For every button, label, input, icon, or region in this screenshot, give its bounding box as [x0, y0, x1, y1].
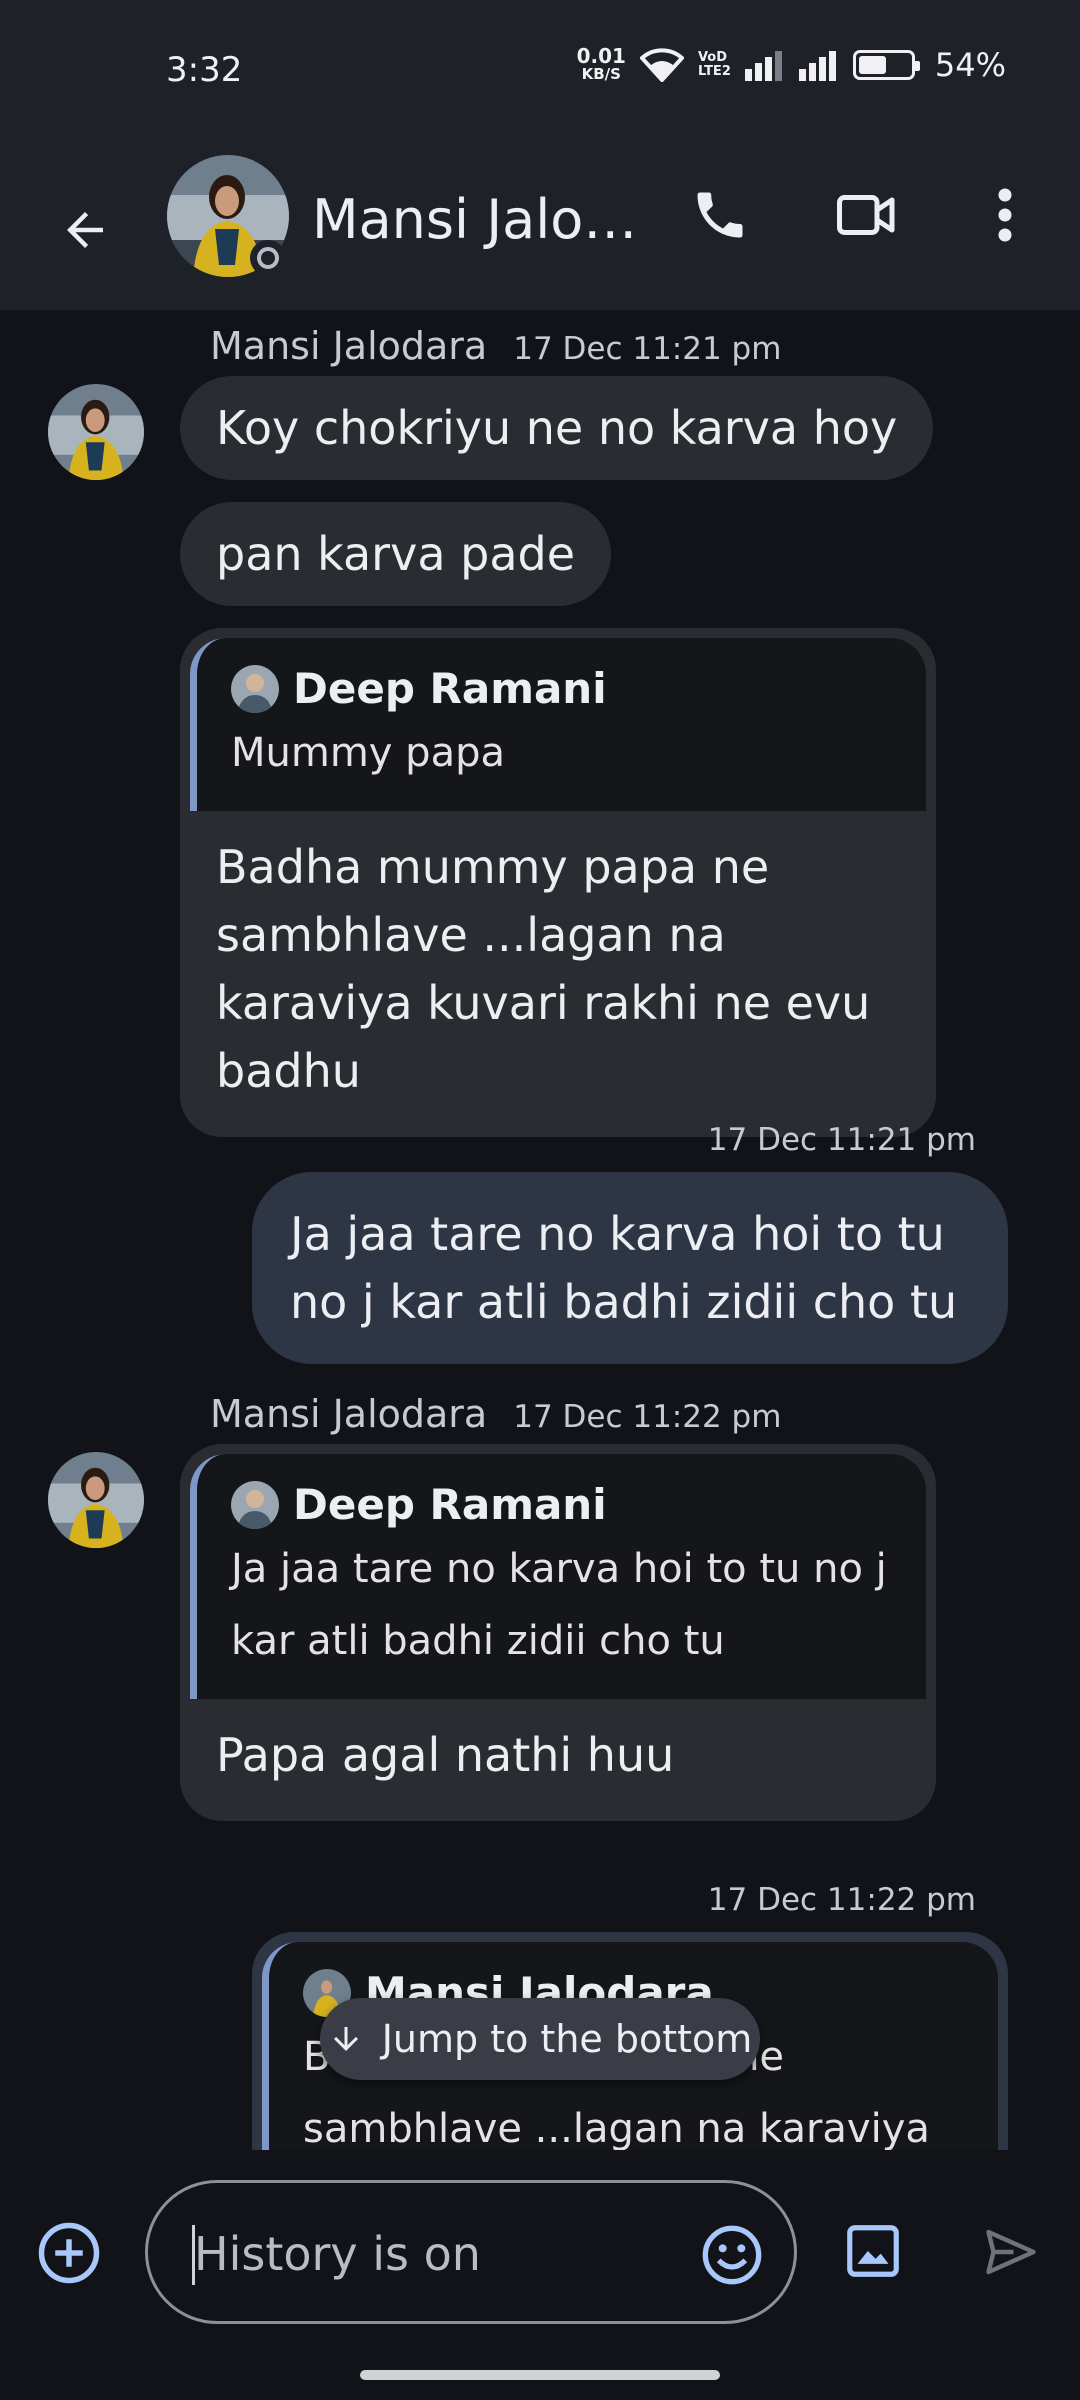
quoted-text: Mummy papa [231, 730, 505, 776]
quoted-author: Deep Ramani [293, 664, 607, 713]
emoji-button[interactable] [700, 2223, 764, 2287]
sender-avatar[interactable] [48, 1452, 144, 1548]
video-call-icon [837, 195, 895, 235]
network-speed: 0.01 KB/S [576, 44, 626, 83]
battery-icon [852, 50, 920, 80]
message-meta: Mansi Jalodara 17 Dec 11:22 pm [210, 1392, 781, 1436]
quoted-author-avatar [231, 1480, 279, 1529]
timestamp: 17 Dec 11:21 pm [707, 1122, 976, 1158]
signal-icon-2 [798, 51, 836, 81]
sender-name: Mansi Jalodara [210, 324, 488, 368]
video-call-button[interactable] [822, 175, 912, 255]
sender-name: Mansi Jalodara [210, 1392, 488, 1436]
quoted-author-avatar [231, 664, 279, 713]
jump-label: Jump to the bottom [381, 2017, 753, 2061]
outgoing-message[interactable]: Ja jaa tare no karva hoi to tu no j kar … [252, 1172, 1008, 1364]
status-icons: 0.01 KB/S VoD LTE2 54% [577, 46, 1006, 84]
message-meta: Mansi Jalodara 17 Dec 11:21 pm [210, 324, 781, 368]
message-list[interactable]: Mansi Jalodara 17 Dec 11:21 pm Koy chokr… [0, 310, 1080, 2150]
more-options-button[interactable] [975, 175, 1035, 255]
timestamp: 17 Dec 11:22 pm [707, 1882, 976, 1918]
phone-icon [697, 192, 743, 238]
sender-avatar[interactable] [48, 384, 144, 480]
add-attachment-button[interactable] [36, 2220, 102, 2286]
back-arrow-icon [67, 212, 103, 248]
conversation-toolbar: Mansi Jalo… [0, 130, 1080, 310]
incoming-message[interactable]: pan karva pade [180, 502, 612, 606]
contact-name[interactable]: Mansi Jalo… [312, 188, 637, 251]
quoted-text: Ja jaa tare no karva hoi to tu no j kar … [231, 1546, 887, 1664]
message-input[interactable] [194, 2221, 674, 2287]
message-text: Badha mummy papa ne sambhlave ...lagan n… [216, 840, 871, 1098]
voice-call-button[interactable] [680, 175, 760, 255]
image-icon [847, 2225, 899, 2277]
timestamp: 17 Dec 11:22 pm [513, 1399, 782, 1435]
incoming-reply-message[interactable]: Deep Ramani Ja jaa tare no karva hoi to … [180, 1444, 936, 1821]
emoji-icon [702, 2225, 762, 2285]
back-button[interactable] [40, 185, 130, 275]
quoted-message[interactable]: Deep Ramani Ja jaa tare no karva hoi to … [190, 1454, 926, 1699]
quoted-message[interactable]: Deep Ramani Mummy papa [190, 638, 926, 811]
status-time: 3:32 [166, 50, 243, 90]
quoted-author: Deep Ramani [293, 1480, 607, 1529]
battery-percent: 54% [934, 46, 1006, 84]
presence-indicator [250, 240, 286, 276]
battery-level [858, 56, 886, 74]
send-button[interactable] [978, 2222, 1044, 2282]
volte-badge: VoD LTE2 [697, 50, 731, 79]
timestamp: 17 Dec 11:21 pm [513, 331, 782, 367]
status-bar: 3:32 0.01 KB/S VoD LTE2 54% [0, 0, 1080, 130]
message-input-container [145, 2180, 797, 2324]
wifi-icon [639, 48, 684, 82]
more-vert-icon [998, 188, 1012, 242]
gallery-button[interactable] [842, 2220, 904, 2282]
incoming-reply-message[interactable]: Deep Ramani Mummy papa Badha mummy papa … [180, 628, 936, 1137]
jump-to-bottom-button[interactable]: Jump to the bottom [320, 1998, 760, 2080]
add-circle-icon [38, 2222, 100, 2284]
arrow-down-icon [333, 2027, 358, 2051]
compose-bar [0, 2150, 1080, 2400]
incoming-message[interactable]: Koy chokriyu ne no karva hoy [180, 376, 934, 480]
message-text: Papa agal nathi huu [216, 1728, 675, 1782]
text-cursor [192, 2225, 195, 2285]
gesture-nav-handle[interactable] [360, 2370, 720, 2380]
send-icon [986, 2229, 1036, 2275]
signal-icon [744, 51, 782, 81]
